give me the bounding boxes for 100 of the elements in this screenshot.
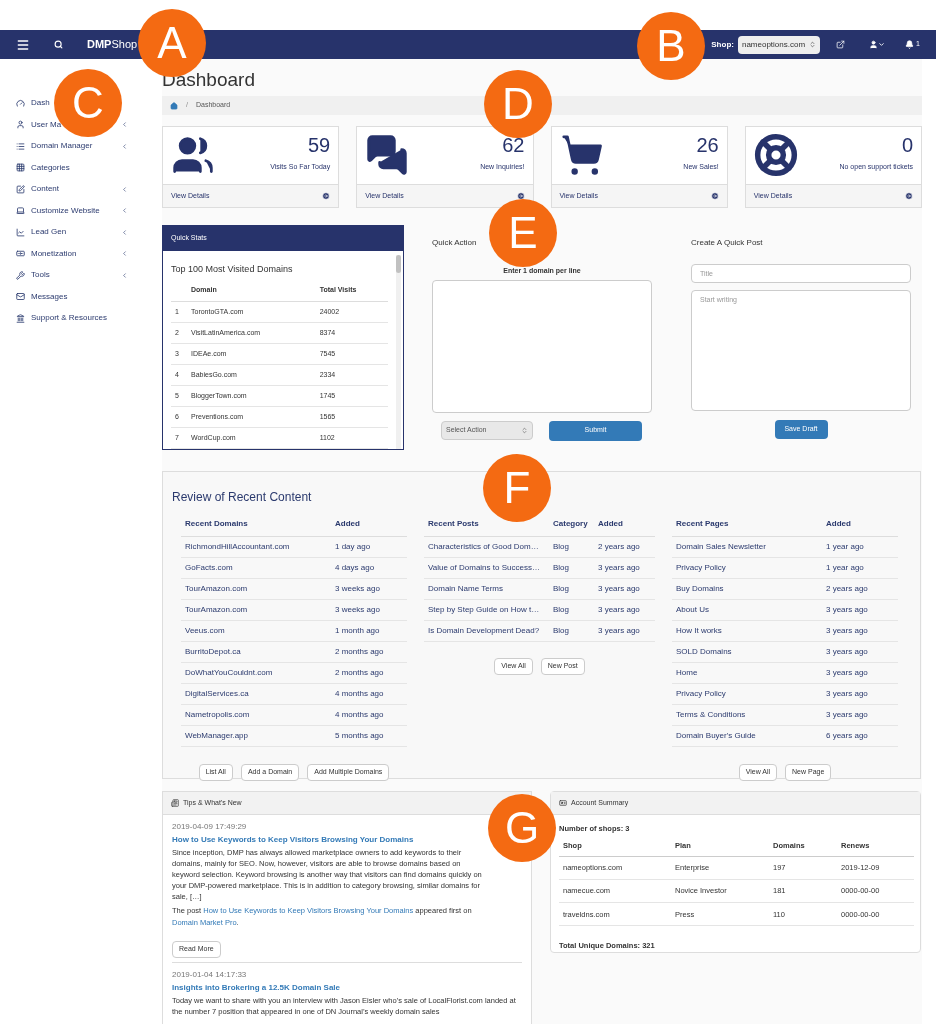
- table-cell: 3 weeks ago: [335, 584, 380, 593]
- chevron-icon: [121, 250, 128, 257]
- table-cell[interactable]: Terms & Conditions: [676, 710, 746, 719]
- search-icon[interactable]: [54, 40, 63, 49]
- sidebar-item[interactable]: Customize Website: [16, 204, 128, 217]
- table-cell[interactable]: Domain Sales Newsletter: [676, 542, 766, 551]
- table-cell[interactable]: RichmondHillAccountant.com: [185, 542, 290, 551]
- sidebar-item[interactable]: User Ma: [16, 118, 128, 131]
- arrow-circle-icon: [905, 192, 913, 200]
- newspaper-icon: [171, 799, 179, 807]
- post-title-link[interactable]: Insights into Brokering a 12.5K Domain Sale: [172, 982, 341, 994]
- sidebar-item[interactable]: Support & Resources: [16, 312, 108, 324]
- sidebar-item[interactable]: Messages: [16, 290, 68, 303]
- brand-logo[interactable]: DMPShop: [87, 36, 138, 53]
- stat-value: 59: [308, 133, 331, 158]
- table-cell: 1 year ago: [826, 563, 864, 572]
- cart-icon: [559, 133, 604, 177]
- table-cell: 3 years ago: [598, 584, 640, 593]
- table-cell[interactable]: DigitalServices.ca: [185, 689, 249, 698]
- table-cell: 3 years ago: [826, 647, 868, 656]
- table-cell[interactable]: Domain Name Terms: [428, 584, 503, 593]
- table-cell[interactable]: Home: [676, 668, 698, 677]
- domains-input[interactable]: [432, 279, 652, 413]
- table-cell: 3 years ago: [826, 626, 868, 635]
- sidebar-item[interactable]: Lead Gen: [16, 226, 128, 238]
- table-cell[interactable]: WebManager.app: [185, 731, 248, 740]
- select-arrows-icon: [521, 426, 528, 434]
- table-cell: Blog: [553, 584, 569, 593]
- sidebar-item[interactable]: Domain Manager: [16, 140, 128, 152]
- table-cell[interactable]: Nametropolis.com: [185, 710, 250, 719]
- column-header: Category: [553, 519, 588, 528]
- table-cell: 3 years ago: [826, 689, 868, 698]
- table-cell: 3 years ago: [598, 626, 640, 635]
- table-cell[interactable]: About Us: [676, 605, 709, 614]
- shop-select[interactable]: nameoptions.com: [737, 35, 821, 54]
- mail-icon: [16, 292, 25, 301]
- post-date: 2019-04-09 17:49:29: [172, 821, 248, 833]
- chat-bubbles-icon: [365, 133, 410, 177]
- section-title: Quick Action: [432, 237, 478, 249]
- table-cell[interactable]: TourAmazon.com: [185, 584, 248, 593]
- sidebar-item[interactable]: Tools: [16, 269, 128, 281]
- table-cell[interactable]: TourAmazon.com: [185, 605, 248, 614]
- bank-icon: [16, 313, 25, 323]
- table-cell[interactable]: Privacy Policy: [676, 689, 726, 698]
- table-cell[interactable]: Characteristics of Good Dom…: [428, 542, 539, 551]
- table-cell[interactable]: DoWhatYouCouldnt.com: [185, 668, 273, 677]
- wrench-icon: [16, 270, 25, 280]
- table-cell: 5 months ago: [335, 731, 384, 740]
- column-header: Added: [598, 519, 623, 528]
- table-cell[interactable]: Value of Domains to Success…: [428, 563, 540, 572]
- table-cell: 3 years ago: [826, 710, 868, 719]
- table-cell[interactable]: BurritoDepot.ca: [185, 647, 241, 656]
- user-icon[interactable]: [869, 40, 879, 49]
- table-cell[interactable]: Veeus.com: [185, 626, 225, 635]
- table-cell[interactable]: Domain Buyer's Guide: [676, 731, 756, 740]
- table-cell: 1 year ago: [826, 542, 864, 551]
- chevron-icon: [121, 142, 128, 150]
- table-cell: Blog: [553, 563, 569, 572]
- table-cell: Blog: [553, 626, 569, 635]
- chevron-icon: [121, 121, 128, 128]
- table-cell: 4 months ago: [335, 710, 384, 719]
- table-cell[interactable]: Step by Step Guide on How t…: [428, 605, 540, 614]
- external-link-icon[interactable]: [836, 40, 846, 49]
- column-header: Recent Domains: [185, 519, 248, 528]
- home-icon[interactable]: [170, 101, 178, 110]
- select-arrows-icon: [809, 41, 817, 48]
- table-cell: Blog: [553, 605, 569, 614]
- chevron-icon: [121, 271, 128, 279]
- table-cell[interactable]: How It works: [676, 626, 722, 635]
- chevron-icon: [121, 228, 128, 236]
- edit-icon: [16, 184, 25, 194]
- sidebar-item[interactable]: Categories: [16, 161, 70, 174]
- scrollbar[interactable]: [396, 254, 401, 449]
- sidebar-item[interactable]: Monetization: [16, 247, 128, 260]
- table-cell: 3 weeks ago: [335, 605, 380, 614]
- table-cell: 2 years ago: [598, 542, 640, 551]
- gauge-icon: [16, 98, 25, 108]
- caret-icon[interactable]: [878, 41, 886, 48]
- bell-icon[interactable]: [905, 40, 915, 49]
- sidebar-item[interactable]: Dash: [16, 97, 50, 109]
- chevron-icon: [121, 185, 128, 193]
- post-title-link[interactable]: How to Use Keywords to Keep Visitors Browsing Your Domains: [172, 834, 414, 846]
- table-cell: 3 years ago: [826, 605, 868, 614]
- table-cell[interactable]: Buy Domains: [676, 584, 724, 593]
- arrow-circle-icon: [516, 192, 525, 200]
- chevron-icon: [121, 207, 128, 214]
- column-header: Recent Posts: [428, 519, 479, 528]
- table-cell[interactable]: SOLD Domains: [676, 647, 732, 656]
- table-cell: 4 days ago: [335, 563, 375, 572]
- menu-icon[interactable]: [16, 37, 30, 52]
- sidebar-item[interactable]: Content: [16, 183, 128, 195]
- table-cell[interactable]: GoFacts.com: [185, 563, 233, 572]
- arrow-circle-icon: [322, 192, 331, 200]
- section-title: Review of Recent Content: [172, 489, 313, 506]
- table-cell[interactable]: Privacy Policy: [676, 563, 726, 572]
- table-cell: 1 month ago: [335, 626, 380, 635]
- table-cell: 2 years ago: [826, 584, 868, 593]
- table-cell: 6 years ago: [826, 731, 868, 740]
- post-date: 2019-01-04 14:17:33: [172, 969, 248, 981]
- table-cell[interactable]: Is Domain Development Dead?: [428, 626, 540, 635]
